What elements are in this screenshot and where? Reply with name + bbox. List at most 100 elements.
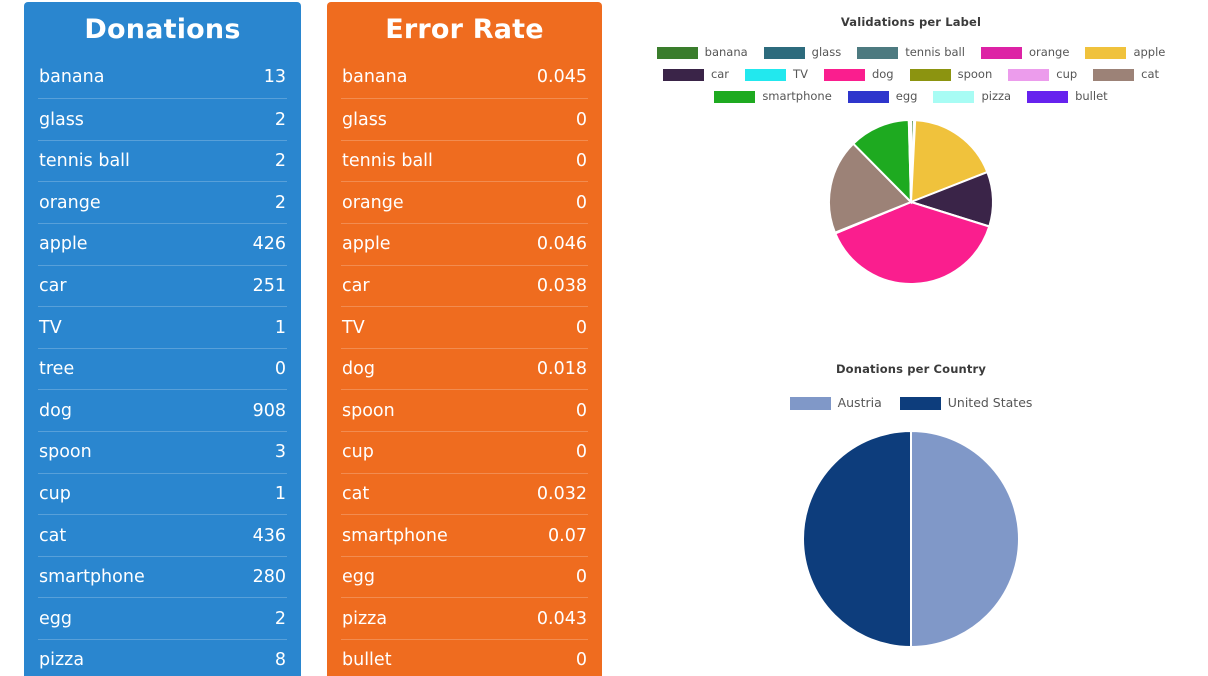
stat-row[interactable]: tree 0 xyxy=(38,347,287,390)
legend-item[interactable]: orange xyxy=(980,42,1069,64)
stat-row-value: 8 xyxy=(274,650,286,671)
stat-row-label: tennis ball xyxy=(342,151,433,172)
stat-row-label: pizza xyxy=(39,650,85,671)
error-rate-panel: Error Rate banana 0.045 glass 0 tennis ball 0… xyxy=(327,2,602,676)
legend-item-label: cup xyxy=(1056,67,1078,82)
stat-row-label: egg xyxy=(39,608,72,629)
legend-item[interactable]: tennis ball xyxy=(857,42,965,64)
legend-item[interactable]: cat xyxy=(1093,64,1159,86)
stat-row-value: 0.038 xyxy=(536,275,587,296)
stat-row-value: 0 xyxy=(575,192,587,213)
stat-row[interactable]: glass 0 xyxy=(341,98,588,140)
legend-item-label: tennis ball xyxy=(905,45,965,60)
legend-item[interactable]: banana xyxy=(656,42,748,64)
legend-swatch-icon xyxy=(823,69,865,81)
stat-row[interactable]: pizza 0.043 xyxy=(341,597,588,639)
stat-row-value: 2 xyxy=(274,109,286,130)
pie-slice[interactable] xyxy=(802,429,912,649)
stat-row[interactable]: glass 2 xyxy=(38,98,287,140)
stat-row[interactable]: smartphone 0.07 xyxy=(341,514,588,556)
stat-row-label: smartphone xyxy=(39,567,145,588)
legend-item[interactable]: bullet xyxy=(1027,86,1108,108)
legend-item-label: apple xyxy=(1133,45,1166,60)
validations-per-label-chart: Validations per Label banana glass tennis … xyxy=(614,8,1208,328)
stat-row[interactable]: dog 0.018 xyxy=(341,347,588,390)
stat-row[interactable]: cup 1 xyxy=(38,472,287,515)
legend-item[interactable]: pizza xyxy=(933,86,1011,108)
stat-row-label: glass xyxy=(342,109,387,130)
stat-row-label: cup xyxy=(342,442,374,463)
stat-row[interactable]: cat 436 xyxy=(38,514,287,556)
pie-slice[interactable] xyxy=(910,429,1020,649)
stat-row-value: 0 xyxy=(575,567,587,588)
stat-row[interactable]: dog 908 xyxy=(38,389,287,431)
stat-row[interactable]: apple 0.046 xyxy=(341,223,588,265)
stat-row[interactable]: banana 0.045 xyxy=(341,57,588,99)
stat-row[interactable]: TV 1 xyxy=(38,306,287,348)
stat-row[interactable]: egg 2 xyxy=(38,597,287,639)
legend-swatch-icon xyxy=(656,47,698,59)
stat-row-label: cat xyxy=(39,525,67,546)
stat-row-label: spoon xyxy=(342,400,395,421)
stat-row-label: egg xyxy=(342,567,375,588)
stat-row-label: smartphone xyxy=(342,525,448,546)
legend-item[interactable]: TV xyxy=(745,64,808,86)
stat-row[interactable]: cup 0 xyxy=(341,431,588,473)
legend-item-label: smartphone xyxy=(762,89,832,104)
stat-row[interactable]: spoon 3 xyxy=(38,431,287,473)
stat-row-label: car xyxy=(39,275,67,296)
legend-item[interactable]: cup xyxy=(1008,64,1077,86)
stat-row[interactable]: egg 0 xyxy=(341,555,588,598)
stat-row[interactable]: tennis ball 2 xyxy=(38,139,287,182)
legend-item[interactable]: car xyxy=(662,64,729,86)
stat-row-label: glass xyxy=(39,109,84,130)
stat-row-label: dog xyxy=(342,359,375,380)
stat-row[interactable]: banana 13 xyxy=(38,57,287,99)
legend-item[interactable]: glass xyxy=(763,42,841,64)
legend-item-label: bullet xyxy=(1075,89,1108,104)
stat-row[interactable]: car 0.038 xyxy=(341,264,588,307)
stat-row[interactable]: orange 0 xyxy=(341,181,588,223)
stat-row-value: 1 xyxy=(274,317,286,338)
legend-swatch-icon xyxy=(789,396,831,410)
stat-row-value: 280 xyxy=(252,567,286,588)
stat-row-value: 426 xyxy=(252,234,286,255)
legend-swatch-icon xyxy=(899,396,941,410)
stat-row[interactable]: cat 0.032 xyxy=(341,472,588,515)
legend-item[interactable]: smartphone xyxy=(714,86,832,108)
stat-row-label: tennis ball xyxy=(39,151,130,172)
stat-row-value: 0.046 xyxy=(536,234,587,255)
stat-row[interactable]: tennis ball 0 xyxy=(341,139,588,182)
legend-item[interactable]: spoon xyxy=(909,64,993,86)
stat-row[interactable]: TV 0 xyxy=(341,306,588,348)
legend-item[interactable]: dog xyxy=(823,64,894,86)
legend-swatch-icon xyxy=(763,47,805,59)
stat-row-label: TV xyxy=(342,317,365,338)
stat-row-label: spoon xyxy=(39,442,92,463)
legend-item[interactable]: United States xyxy=(899,392,1032,414)
stat-row-value: 0 xyxy=(575,151,587,172)
legend-item-label: spoon xyxy=(957,67,993,82)
stat-row-label: apple xyxy=(39,234,88,255)
countries-pie-svg xyxy=(802,429,1020,649)
stat-row-value: 0.032 xyxy=(536,483,587,504)
stat-row[interactable]: smartphone 280 xyxy=(38,555,287,598)
stat-row[interactable]: pizza 8 xyxy=(38,639,287,676)
stat-row-label: orange xyxy=(39,192,101,213)
legend-item[interactable]: Austria xyxy=(789,392,882,414)
legend-item-label: banana xyxy=(704,45,748,60)
stat-row[interactable]: car 251 xyxy=(38,264,287,307)
legend-swatch-icon xyxy=(662,69,704,81)
stat-row-label: cat xyxy=(342,483,370,504)
stat-row[interactable]: spoon 0 xyxy=(341,389,588,431)
stat-row[interactable]: bullet 0 xyxy=(341,639,588,676)
legend-item[interactable]: egg xyxy=(847,86,917,108)
stat-row[interactable]: orange 2 xyxy=(38,181,287,223)
legend-item[interactable]: apple xyxy=(1085,42,1165,64)
donations-panel-title: Donations xyxy=(84,14,241,45)
stat-row[interactable]: apple 426 xyxy=(38,223,287,265)
legend-item-label: pizza xyxy=(981,89,1012,104)
legend-swatch-icon xyxy=(1093,69,1135,81)
stat-row-value: 0 xyxy=(575,317,587,338)
donations-panel: Donations banana 13 glass 2 tennis ball 2 oran… xyxy=(24,2,301,676)
